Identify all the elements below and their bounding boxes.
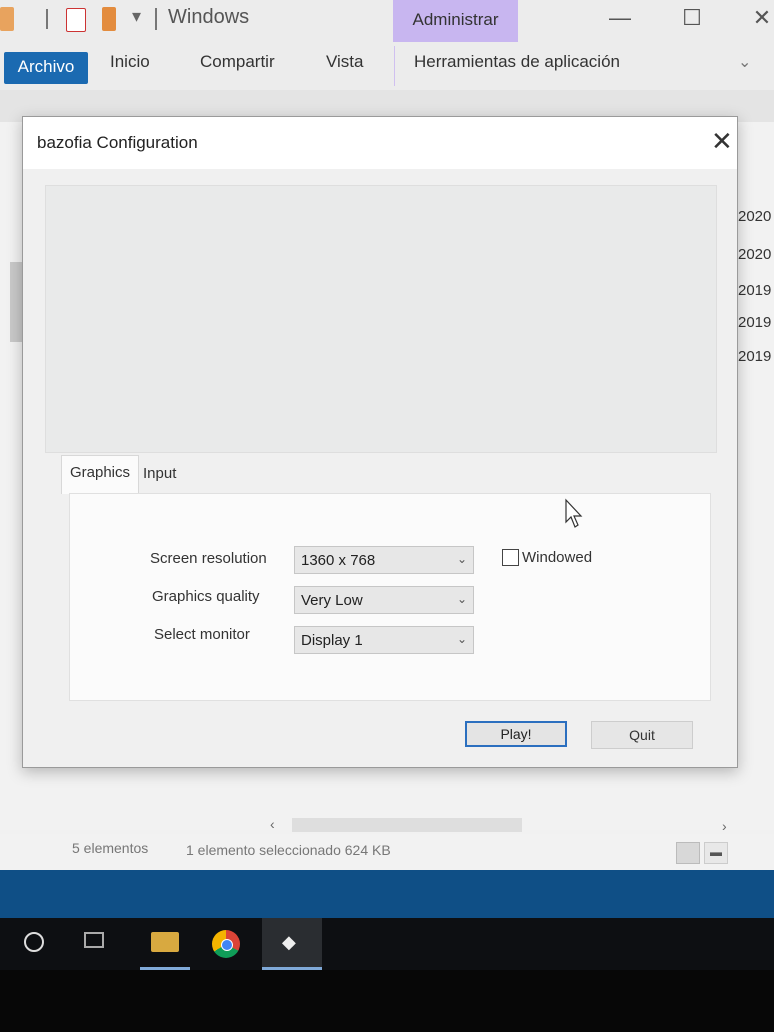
screen-bezel — [0, 970, 774, 1032]
select-monitor-label: Select monitor — [154, 626, 250, 643]
unity-icon: ◆ — [282, 932, 296, 952]
graphics-quality-label: Graphics quality — [152, 588, 260, 605]
chevron-down-icon: ⌄ — [456, 552, 467, 566]
select-monitor-dropdown[interactable]: Display 1 ⌄ — [294, 626, 474, 654]
unity-taskbar-button[interactable]: ◆ — [262, 918, 322, 970]
close-window-button[interactable]: ✕ — [734, 0, 774, 40]
dialog-titlebar: bazofia Configuration ✕ — [23, 117, 737, 169]
date-cell: 2019 — [738, 314, 772, 331]
quick-access-divider — [46, 9, 48, 29]
dialog-title: bazofia Configuration — [37, 133, 198, 152]
windowed-label[interactable]: Windowed — [522, 549, 592, 566]
date-cell: 2020 — [738, 246, 772, 263]
mouse-pointer-icon — [565, 498, 583, 528]
chevron-down-icon: ⌄ — [456, 632, 467, 646]
date-cell: 2020 — [738, 208, 772, 225]
ribbon-divider — [394, 46, 395, 86]
dialog-close-button[interactable]: ✕ — [711, 127, 733, 155]
tab-vista[interactable]: Vista — [326, 52, 364, 72]
status-bar: 5 elementos 1 elemento seleccionado 624 … — [0, 834, 774, 870]
tab-inicio[interactable]: Inicio — [110, 52, 150, 72]
horizontal-scrollbar[interactable]: ‹ › — [270, 816, 730, 834]
date-cell: 2019 — [738, 348, 772, 365]
expand-ribbon-icon[interactable]: ⌄ — [738, 52, 751, 72]
properties-icon[interactable] — [0, 7, 14, 31]
splash-banner — [45, 185, 717, 453]
tab-herramientas-de-aplicacion[interactable]: Herramientas de aplicación — [414, 52, 620, 72]
scroll-left-icon[interactable]: ‹ — [270, 816, 275, 832]
graphics-tab-panel: Screen resolution 1360 x 768 ⌄ Graphics … — [69, 493, 711, 701]
task-view-icon[interactable] — [84, 932, 104, 948]
quit-button[interactable]: Quit — [591, 721, 693, 749]
chrome-icon[interactable] — [212, 930, 240, 958]
explorer-titlebar: ▾ Windows Administrar — ☐ ✕ — [0, 0, 774, 43]
title-divider — [155, 8, 157, 30]
taskbar: ◆ — [0, 918, 774, 970]
selection-info: 1 elemento seleccionado 624 KB — [186, 842, 391, 858]
tab-compartir[interactable]: Compartir — [200, 52, 275, 72]
large-icons-view-button[interactable]: ▬ — [704, 842, 728, 864]
windowed-checkbox[interactable] — [502, 549, 519, 566]
maximize-button[interactable]: ☐ — [664, 0, 720, 40]
scroll-right-icon[interactable]: › — [722, 818, 727, 834]
contextual-tab-administrar[interactable]: Administrar — [393, 0, 518, 42]
screen-resolution-label: Screen resolution — [150, 550, 267, 567]
play-button[interactable]: Play! — [465, 721, 567, 747]
tab-graphics[interactable]: Graphics — [61, 455, 139, 494]
select-monitor-value: Display 1 — [301, 632, 363, 649]
tab-input[interactable]: Input — [143, 465, 176, 482]
screen-resolution-dropdown[interactable]: 1360 x 768 ⌄ — [294, 546, 474, 574]
item-count: 5 elementos — [72, 840, 149, 856]
details-view-button[interactable] — [676, 842, 700, 864]
tab-archivo[interactable]: Archivo — [4, 52, 88, 84]
new-folder-icon[interactable] — [102, 7, 116, 31]
screen-resolution-value: 1360 x 768 — [301, 552, 376, 569]
chrome-center-icon — [221, 939, 233, 951]
file-explorer-taskbar-button[interactable] — [140, 918, 190, 970]
graphics-quality-value: Very Low — [301, 592, 363, 609]
folder-icon — [151, 932, 179, 952]
start-icon[interactable] — [24, 932, 44, 952]
configuration-dialog: bazofia Configuration ✕ Graphics Input S… — [22, 116, 738, 768]
checkmark-file-icon[interactable] — [66, 8, 86, 32]
window-title: Windows — [168, 6, 250, 28]
graphics-quality-dropdown[interactable]: Very Low ⌄ — [294, 586, 474, 614]
chevron-down-icon: ⌄ — [456, 592, 467, 606]
quick-access-menu-icon[interactable]: ▾ — [132, 6, 141, 27]
ribbon-tabs: Archivo Inicio Compartir Vista Herramien… — [0, 42, 774, 91]
scroll-thumb[interactable] — [292, 818, 522, 832]
date-cell: 2019 — [738, 282, 772, 299]
minimize-button[interactable]: — — [592, 0, 648, 40]
